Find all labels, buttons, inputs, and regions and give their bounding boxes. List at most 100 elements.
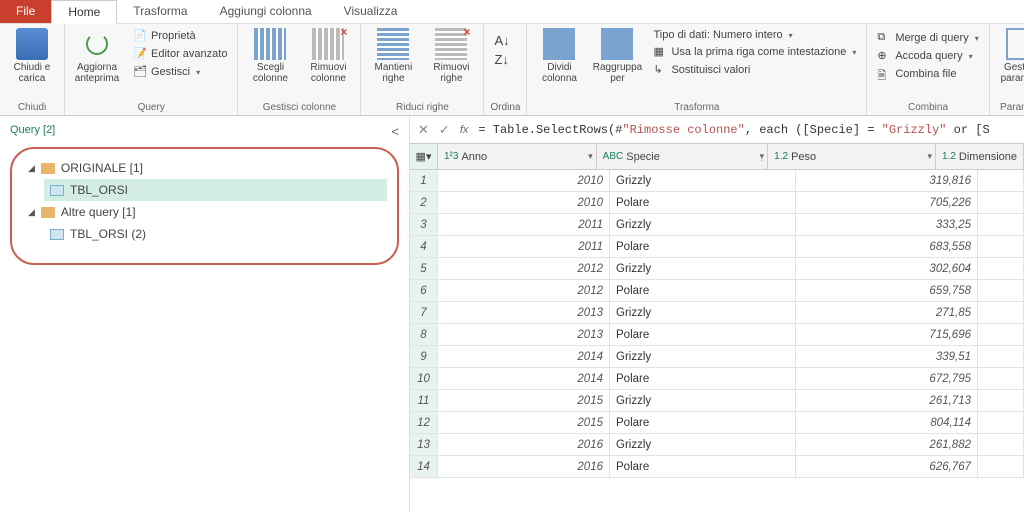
cell-anno[interactable]: 2011 [438,236,610,257]
tab-home[interactable]: Home [51,0,117,24]
cell-peso[interactable]: 271,85 [796,302,978,323]
cell-dimensione[interactable] [978,192,1024,213]
cell-anno[interactable]: 2010 [438,170,610,191]
cell-anno[interactable]: 2013 [438,302,610,323]
choose-columns-button[interactable]: Scegli colonne [244,26,296,86]
close-load-button[interactable]: Chiudi e carica [6,26,58,86]
tab-trasforma[interactable]: Trasforma [117,0,203,23]
cell-anno[interactable]: 2015 [438,412,610,433]
cell-specie[interactable]: Polare [610,368,796,389]
cell-dimensione[interactable] [978,324,1024,345]
formula-input[interactable]: = Table.SelectRows(#"Rimosse colonne", e… [478,123,1016,137]
cell-anno[interactable]: 2014 [438,346,610,367]
cell-dimensione[interactable] [978,434,1024,455]
cell-anno[interactable]: 2015 [438,390,610,411]
properties-button[interactable]: 📄Proprietà [129,28,231,44]
sort-asc-button[interactable]: A↓ [490,32,513,49]
table-row[interactable]: 72013Grizzly271,85 [410,302,1024,324]
table-row[interactable]: 62012Polare659,758 [410,280,1024,302]
cell-anno[interactable]: 2016 [438,434,610,455]
cell-anno[interactable]: 2010 [438,192,610,213]
cell-dimensione[interactable] [978,368,1024,389]
first-row-header-button[interactable]: ▦Usa la prima riga come intestazione▾ [649,44,860,60]
table-row[interactable]: 52012Grizzly302,604 [410,258,1024,280]
table-row[interactable]: 102014Polare672,795 [410,368,1024,390]
row-header-corner[interactable]: ▦▾ [410,144,438,169]
table-row[interactable]: 12010Grizzly319,816 [410,170,1024,192]
merge-queries-button[interactable]: ⧉Merge di query▾ [873,30,982,46]
cell-specie[interactable]: Grizzly [610,170,796,191]
tab-file[interactable]: File [0,0,51,23]
manage-button[interactable]: 🗂Gestisci▾ [129,64,231,80]
refresh-preview-button[interactable]: Aggiorna anteprima [71,26,123,86]
cell-specie[interactable]: Grizzly [610,302,796,323]
cell-specie[interactable]: Polare [610,412,796,433]
split-column-button[interactable]: Dividi colonna [533,26,585,86]
cell-anno[interactable]: 2012 [438,280,610,301]
table-row[interactable]: 122015Polare804,114 [410,412,1024,434]
cell-anno[interactable]: 2014 [438,368,610,389]
combine-files-button[interactable]: 🗎Combina file [873,66,982,82]
remove-columns-button[interactable]: × Rimuovi colonne [302,26,354,86]
cell-anno[interactable]: 2011 [438,214,610,235]
cell-peso[interactable]: 715,696 [796,324,978,345]
table-row[interactable]: 22010Polare705,226 [410,192,1024,214]
cell-peso[interactable]: 804,114 [796,412,978,433]
cell-specie[interactable]: Grizzly [610,258,796,279]
advanced-editor-button[interactable]: 📝Editor avanzato [129,46,231,62]
cell-peso[interactable]: 261,713 [796,390,978,411]
cell-dimensione[interactable] [978,258,1024,279]
keep-rows-button[interactable]: Mantieni righe [367,26,419,86]
cell-dimensione[interactable] [978,302,1024,323]
remove-rows-button[interactable]: × Rimuovi righe [425,26,477,86]
column-specie[interactable]: ABCSpecie▾̣ [597,144,769,169]
cell-dimensione[interactable] [978,170,1024,191]
cell-peso[interactable]: 302,604 [796,258,978,279]
table-row[interactable]: 92014Grizzly339,51 [410,346,1024,368]
table-row[interactable]: 32011Grizzly333,25 [410,214,1024,236]
cell-dimensione[interactable] [978,456,1024,477]
table-row[interactable]: 112015Grizzly261,713 [410,390,1024,412]
confirm-formula-button[interactable]: ✓ [439,122,450,138]
cell-specie[interactable]: Grizzly [610,214,796,235]
filter-button-active[interactable]: ▾̣ [760,151,765,162]
data-type-button[interactable]: Tipo di dati: Numero intero▾ [649,28,860,42]
cell-specie[interactable]: Polare [610,236,796,257]
cell-specie[interactable]: Grizzly [610,434,796,455]
collapse-panel-button[interactable]: < [391,124,399,139]
filter-button[interactable]: ▾ [927,151,932,162]
append-queries-button[interactable]: ⊕Accoda query▾ [873,48,982,64]
query-tbl-orsi[interactable]: TBL_ORSI [44,179,387,201]
cell-specie[interactable]: Polare [610,324,796,345]
cell-peso[interactable]: 705,226 [796,192,978,213]
manage-parameters-button[interactable]: Gestisci parametri [996,26,1024,86]
group-by-button[interactable]: Raggruppa per [591,26,643,86]
cell-dimensione[interactable] [978,346,1024,367]
cancel-formula-button[interactable]: ✕ [418,122,429,138]
table-row[interactable]: 142016Polare626,767 [410,456,1024,478]
folder-altre-query[interactable]: ◢ Altre query [1] [22,201,387,223]
cell-peso[interactable]: 339,51 [796,346,978,367]
sort-desc-button[interactable]: Z↓ [490,51,513,68]
cell-peso[interactable]: 659,758 [796,280,978,301]
tab-visualizza[interactable]: Visualizza [328,0,414,23]
cell-peso[interactable]: 683,558 [796,236,978,257]
cell-peso[interactable]: 333,25 [796,214,978,235]
cell-dimensione[interactable] [978,280,1024,301]
cell-peso[interactable]: 319,816 [796,170,978,191]
cell-dimensione[interactable] [978,214,1024,235]
cell-specie[interactable]: Polare [610,456,796,477]
cell-specie[interactable]: Grizzly [610,390,796,411]
table-row[interactable]: 42011Polare683,558 [410,236,1024,258]
column-peso[interactable]: 1.2Peso▾ [768,144,936,169]
replace-values-button[interactable]: ↳Sostituisci valori [649,62,860,78]
cell-dimensione[interactable] [978,390,1024,411]
cell-specie[interactable]: Grizzly [610,346,796,367]
cell-peso[interactable]: 672,795 [796,368,978,389]
table-row[interactable]: 82013Polare715,696 [410,324,1024,346]
column-dimensione[interactable]: 1.2Dimensione [936,144,1024,169]
cell-dimensione[interactable] [978,412,1024,433]
cell-anno[interactable]: 2012 [438,258,610,279]
filter-button[interactable]: ▾ [588,151,593,162]
column-anno[interactable]: 1²3Anno▾ [438,144,597,169]
